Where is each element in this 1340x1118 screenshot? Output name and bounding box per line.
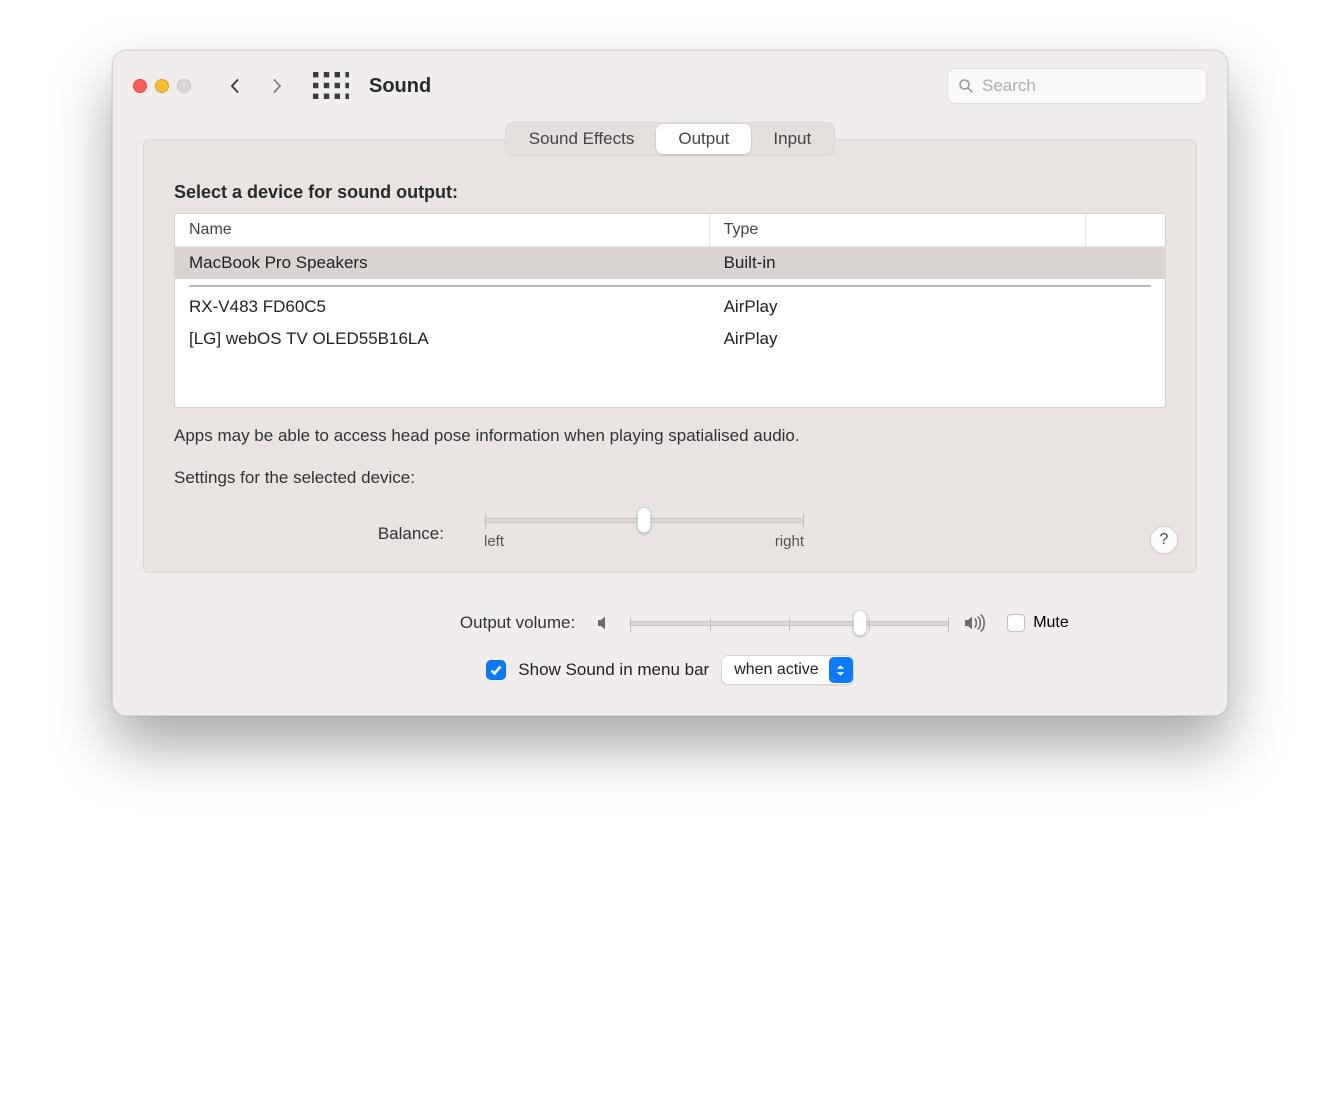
checkmark-icon xyxy=(489,663,503,677)
close-window-button[interactable] xyxy=(133,79,147,93)
device-type: Built-in xyxy=(710,247,1165,279)
settings-heading: Settings for the selected device: xyxy=(174,468,1166,488)
menubar-mode-value: when active xyxy=(734,661,819,679)
table-separator xyxy=(189,285,1151,287)
balance-label: Balance: xyxy=(174,524,484,544)
tab-input[interactable]: Input xyxy=(751,124,833,154)
device-name: [LG] webOS TV OLED55B16LA xyxy=(175,323,710,355)
table-row[interactable]: RX-V483 FD60C5 AirPlay xyxy=(175,291,1165,323)
volume-label: Output volume: xyxy=(271,613,581,633)
balance-thumb[interactable] xyxy=(637,507,651,533)
back-button[interactable] xyxy=(219,70,251,102)
device-name: RX-V483 FD60C5 xyxy=(175,291,710,323)
preferences-window: Sound Sound Effects Output Input Select … xyxy=(112,50,1228,716)
mute-label: Mute xyxy=(1033,614,1069,632)
column-name[interactable]: Name xyxy=(175,214,710,246)
bottom-controls: Output volume: xyxy=(113,595,1227,715)
search-icon xyxy=(958,78,974,94)
show-in-menubar-checkbox[interactable] xyxy=(486,660,506,680)
device-name: MacBook Pro Speakers xyxy=(175,247,710,279)
chevron-up-icon xyxy=(836,664,845,670)
chevron-down-icon xyxy=(836,671,845,677)
chevron-left-icon xyxy=(227,78,243,94)
menubar-row: Show Sound in menu bar when active xyxy=(143,655,1197,685)
output-volume-row: Output volume: xyxy=(143,613,1197,633)
mute-checkbox[interactable] xyxy=(1007,614,1025,632)
column-spacer xyxy=(1086,214,1165,246)
toolbar: Sound xyxy=(113,51,1227,121)
select-stepper[interactable] xyxy=(829,657,853,683)
info-text: Apps may be able to access head pose inf… xyxy=(174,426,1166,446)
grid-icon xyxy=(313,72,349,101)
balance-left-label: left xyxy=(484,533,504,550)
table-row[interactable]: MacBook Pro Speakers Built-in xyxy=(175,247,1165,279)
mute-control[interactable]: Mute xyxy=(1007,614,1069,632)
device-table: Name Type MacBook Pro Speakers Built-in … xyxy=(174,213,1166,408)
minimize-window-button[interactable] xyxy=(155,79,169,93)
show-all-button[interactable] xyxy=(313,70,349,102)
volume-low-icon xyxy=(595,613,615,633)
search-field[interactable] xyxy=(947,68,1207,104)
zoom-window-button[interactable] xyxy=(177,79,191,93)
window-controls xyxy=(133,79,191,93)
tab-sound-effects[interactable]: Sound Effects xyxy=(507,124,657,154)
search-input[interactable] xyxy=(982,76,1196,96)
balance-control: Balance: left right xyxy=(174,518,1166,550)
volume-slider[interactable] xyxy=(629,621,949,626)
tab-output[interactable]: Output xyxy=(656,124,751,154)
balance-slider[interactable] xyxy=(484,518,804,523)
table-row[interactable]: [LG] webOS TV OLED55B16LA AirPlay xyxy=(175,323,1165,355)
balance-sublabels: left right xyxy=(484,533,804,550)
content-panel: Sound Effects Output Input Select a devi… xyxy=(143,139,1197,573)
page-title: Sound xyxy=(369,75,431,98)
volume-high-icon xyxy=(963,613,987,633)
volume-thumb[interactable] xyxy=(853,610,867,636)
help-button[interactable]: ? xyxy=(1150,526,1178,554)
table-header: Name Type xyxy=(175,214,1165,247)
show-in-menubar-label: Show Sound in menu bar xyxy=(518,660,709,680)
tab-bar: Sound Effects Output Input xyxy=(505,122,835,156)
table-body: MacBook Pro Speakers Built-in RX-V483 FD… xyxy=(175,247,1165,407)
menubar-mode-select[interactable]: when active xyxy=(721,655,854,685)
device-type: AirPlay xyxy=(710,291,1165,323)
column-type[interactable]: Type xyxy=(710,214,1086,246)
balance-right-label: right xyxy=(775,533,804,550)
device-type: AirPlay xyxy=(710,323,1165,355)
section-heading: Select a device for sound output: xyxy=(174,182,1166,203)
forward-button xyxy=(261,70,293,102)
chevron-right-icon xyxy=(269,78,285,94)
